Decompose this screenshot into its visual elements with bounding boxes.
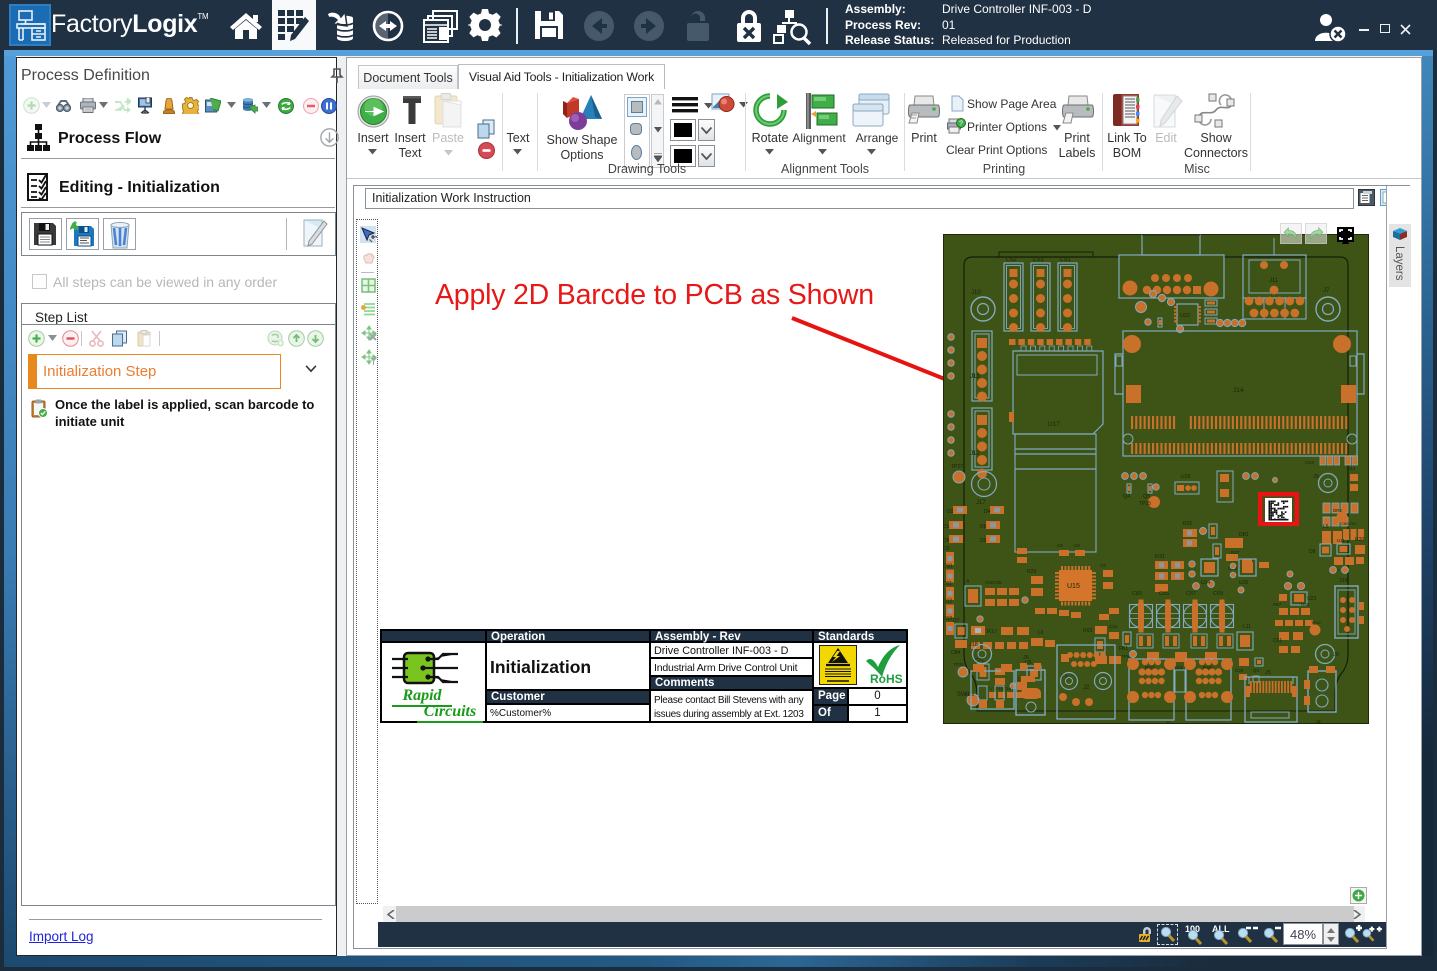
svg-text:TP27: TP27	[951, 464, 963, 470]
svg-text:C8: C8	[1074, 543, 1080, 548]
svg-text:SW1: SW1	[957, 692, 971, 698]
svg-text:D3: D3	[980, 538, 987, 544]
svg-text:J4: J4	[1315, 720, 1321, 724]
svg-text:D4: D4	[984, 509, 991, 515]
svg-text:J17: J17	[976, 500, 986, 506]
svg-text:U19: U19	[1181, 474, 1190, 480]
svg-text:CN2: CN2	[1305, 460, 1314, 465]
svg-text:J11: J11	[1269, 278, 1279, 284]
svg-text:C69: C69	[1213, 591, 1223, 597]
svg-text:C80C85: C80C85	[985, 580, 1002, 585]
svg-text:C67: C67	[1186, 591, 1196, 597]
svg-text:R25: R25	[1183, 521, 1192, 527]
svg-text:J5: J5	[1265, 670, 1271, 676]
svg-text:D14: D14	[1347, 466, 1356, 471]
svg-text:L4: L4	[963, 579, 969, 585]
svg-text:D2: D2	[947, 509, 954, 515]
svg-text:DB1: DB1	[1239, 532, 1249, 538]
svg-text:LS1: LS1	[1060, 257, 1071, 263]
svg-text:R31: R31	[1155, 554, 1165, 560]
svg-text:D11: D11	[943, 581, 952, 587]
svg-text:TP29: TP29	[953, 662, 964, 667]
svg-text:J14: J14	[1233, 387, 1244, 394]
svg-text:J9: J9	[1333, 652, 1339, 658]
svg-text:R58: R58	[1301, 602, 1310, 607]
svg-text:J10: J10	[971, 290, 981, 296]
svg-text:TP26: TP26	[1311, 620, 1321, 625]
svg-text:DR2: DR2	[1333, 508, 1342, 513]
svg-text:FB1: FB1	[1119, 646, 1128, 652]
svg-text:D10: D10	[943, 564, 952, 570]
svg-text:D12: D12	[943, 599, 952, 605]
svg-text:U17: U17	[1048, 421, 1060, 428]
svg-text:L11: L11	[1243, 624, 1251, 630]
svg-text:D20: D20	[1235, 668, 1244, 673]
svg-text:C60C50: C60C50	[1341, 521, 1356, 526]
svg-text:J16: J16	[1339, 578, 1348, 584]
svg-text:C83: C83	[1132, 591, 1142, 597]
svg-text:Q3: Q3	[1253, 668, 1260, 673]
svg-text:LS3: LS3	[1033, 257, 1044, 263]
svg-text:L5: L5	[1323, 524, 1329, 530]
svg-text:?: ?	[959, 121, 963, 128]
svg-text:LS2: LS2	[1006, 257, 1017, 263]
svg-text:C6: C6	[1057, 543, 1063, 548]
svg-text:J1: J1	[1165, 722, 1172, 724]
svg-text:R63: R63	[1083, 628, 1092, 634]
svg-text:C84: C84	[951, 650, 960, 656]
svg-text:D9: D9	[943, 546, 950, 552]
svg-text:D8: D8	[1309, 549, 1316, 555]
svg-text:U15: U15	[1067, 583, 1080, 590]
svg-text:C22: C22	[1109, 624, 1118, 629]
svg-text:R37: R37	[1231, 550, 1240, 555]
svg-text:U22: U22	[1180, 313, 1190, 319]
svg-text:J12: J12	[970, 451, 980, 457]
svg-text:U16: U16	[1239, 580, 1248, 586]
svg-text:J2: J2	[1083, 685, 1090, 691]
svg-text:D1: D1	[943, 524, 950, 530]
svg-text:RoHS: RoHS	[870, 672, 902, 685]
svg-text:Q4: Q4	[1123, 494, 1130, 500]
svg-text:C9: C9	[1100, 563, 1106, 568]
svg-text:J13: J13	[970, 374, 980, 380]
svg-text:J6: J6	[1023, 655, 1029, 661]
svg-text:R29: R29	[1027, 569, 1036, 575]
svg-text:U11: U11	[1337, 538, 1345, 543]
svg-text:D7: D7	[953, 618, 960, 624]
svg-text:J5: J5	[1313, 474, 1319, 480]
svg-text:U14: U14	[1201, 580, 1210, 586]
svg-text:R57: R57	[1273, 602, 1282, 607]
svg-text:TP5: TP5	[1121, 654, 1130, 659]
svg-text:J18: J18	[969, 642, 978, 648]
svg-text:C65: C65	[1159, 591, 1169, 597]
svg-text:L6: L6	[1038, 630, 1044, 636]
svg-text:R17: R17	[987, 629, 997, 635]
svg-text:R20: R20	[1355, 537, 1364, 543]
svg-text:J7: J7	[1323, 288, 1330, 294]
svg-text:D5: D5	[943, 538, 950, 544]
svg-text:D13: D13	[943, 616, 952, 622]
svg-text:D6: D6	[980, 524, 987, 530]
svg-text:C61: C61	[1273, 638, 1282, 644]
svg-text:TP35: TP35	[1139, 501, 1151, 507]
